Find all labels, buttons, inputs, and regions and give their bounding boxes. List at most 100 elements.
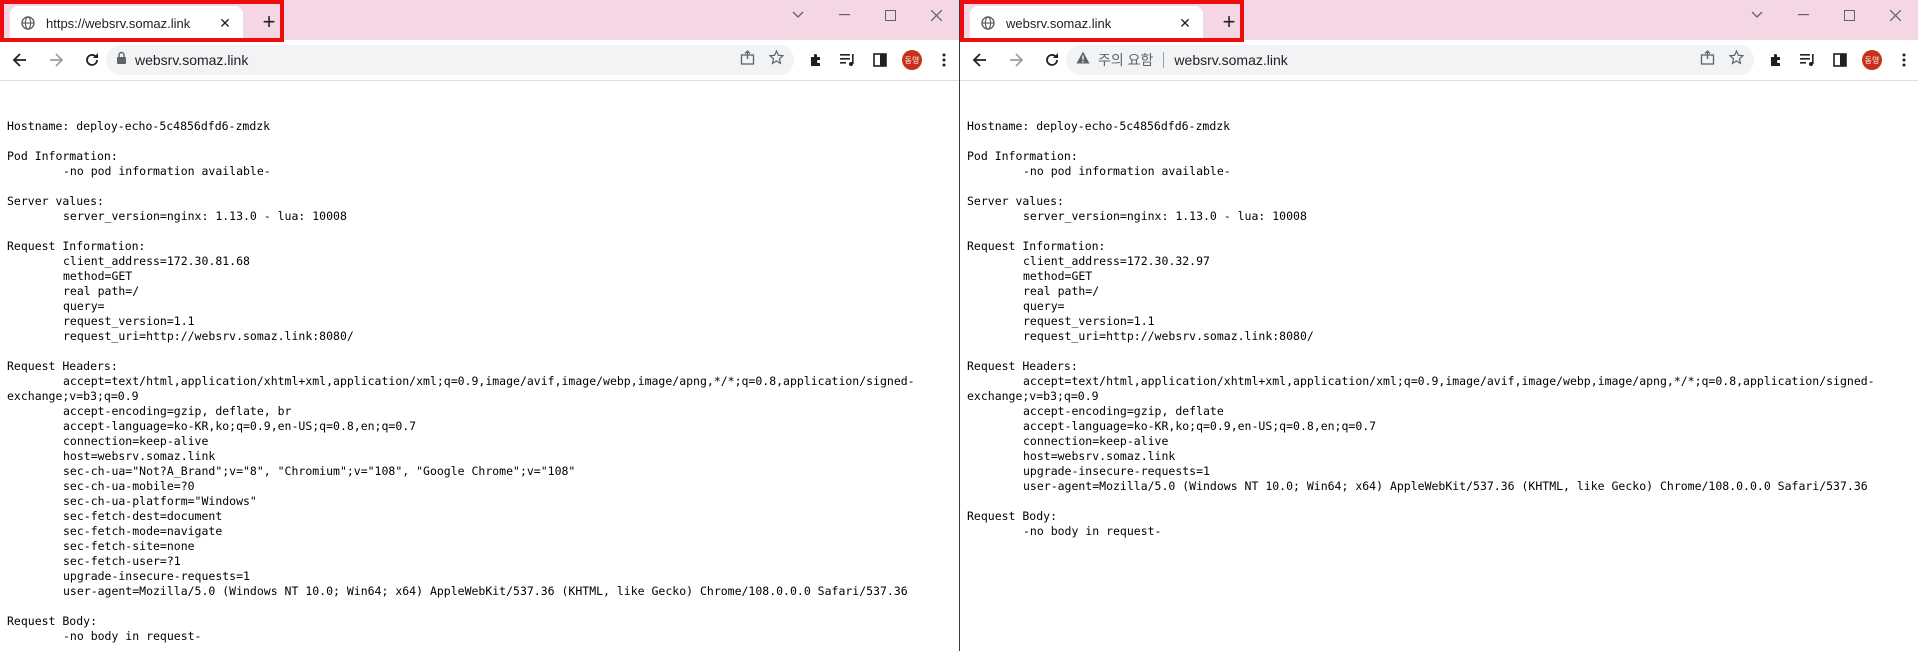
request-info-line: request_uri=http://websrv.somaz.link:808…: [63, 329, 354, 343]
profile-avatar[interactable]: 동영: [1856, 48, 1888, 72]
url-text[interactable]: websrv.somaz.link: [1174, 52, 1287, 68]
address-bar[interactable]: 주의 요함 websrv.somaz.link: [1066, 45, 1754, 75]
request-info-line: client_address=172.30.81.68: [63, 254, 250, 268]
header-line: host=websrv.somaz.link: [63, 449, 216, 463]
request-info-line: query=: [1023, 299, 1065, 313]
header-line: sec-fetch-user=?1: [63, 554, 181, 568]
url-text[interactable]: websrv.somaz.link: [135, 52, 248, 68]
back-arrow-icon[interactable]: [4, 44, 36, 76]
accept-header-line: accept=text/html,application/xhtml+xml,a…: [967, 374, 1875, 403]
reload-icon[interactable]: [76, 44, 108, 76]
bookmark-star-icon[interactable]: [768, 49, 785, 70]
header-line: connection=keep-alive: [63, 434, 209, 448]
request-body-heading: Request Body:: [7, 614, 98, 628]
pod-info-heading: Pod Information:: [7, 149, 118, 163]
side-panel-icon[interactable]: [864, 48, 896, 72]
warning-triangle-icon[interactable]: [1076, 51, 1090, 69]
request-info-line: method=GET: [63, 269, 133, 283]
maximize-button[interactable]: [867, 0, 913, 30]
address-bar[interactable]: websrv.somaz.link: [106, 45, 794, 75]
pod-info-heading: Pod Information:: [967, 149, 1078, 163]
header-line: user-agent=Mozilla/5.0 (Windows NT 10.0;…: [1023, 479, 1868, 493]
page-content: Hostname: deploy-echo-5c4856dfd6-zmdzk P…: [960, 80, 1918, 539]
server-values-heading: Server values:: [7, 194, 104, 208]
forward-arrow-icon[interactable]: [1000, 44, 1032, 76]
browser-window-left: https://websrv.somaz.link ✕ + websrv.som…: [0, 0, 959, 651]
request-info-line: query=: [63, 299, 105, 313]
tab-search-chevron-icon[interactable]: [775, 0, 821, 30]
extensions-puzzle-icon[interactable]: [800, 48, 832, 72]
request-info-line: request_version=1.1: [1023, 314, 1155, 328]
page-content: Hostname: deploy-echo-5c4856dfd6-zmdzk P…: [0, 80, 959, 644]
server-values-heading: Server values:: [967, 194, 1064, 208]
header-line: sec-ch-ua-platform="Windows": [63, 494, 257, 508]
hostname-line: Hostname: deploy-echo-5c4856dfd6-zmdzk: [7, 119, 271, 133]
side-panel-icon[interactable]: [1824, 48, 1856, 72]
browser-toolbar: 주의 요함 websrv.somaz.link 동영: [960, 40, 1918, 80]
request-info-line: request_uri=http://websrv.somaz.link:808…: [1023, 329, 1314, 343]
request-info-line: client_address=172.30.32.97: [1023, 254, 1210, 268]
media-queue-icon[interactable]: [1792, 48, 1824, 72]
pod-info-line: -no pod information available-: [63, 164, 271, 178]
tab-highlight-box: [0, 0, 284, 42]
toolbar-icons: 동영: [1760, 48, 1918, 72]
tab-highlight-box: [960, 0, 1244, 42]
share-icon[interactable]: [1700, 50, 1715, 70]
tab-search-chevron-icon[interactable]: [1734, 0, 1780, 30]
request-body-heading: Request Body:: [967, 509, 1058, 523]
media-queue-icon[interactable]: [832, 48, 864, 72]
header-line: sec-fetch-dest=document: [63, 509, 223, 523]
request-info-line: real path=/: [63, 284, 140, 298]
extensions-puzzle-icon[interactable]: [1760, 48, 1792, 72]
header-line: sec-ch-ua="Not?A_Brand";v="8", "Chromium…: [63, 464, 576, 478]
forward-arrow-icon[interactable]: [40, 44, 72, 76]
share-icon[interactable]: [740, 50, 755, 70]
minimize-button[interactable]: [821, 0, 867, 30]
not-secure-label[interactable]: 주의 요함: [1098, 50, 1153, 70]
bookmark-star-icon[interactable]: [1728, 49, 1745, 70]
close-window-button[interactable]: [913, 0, 959, 30]
header-line: user-agent=Mozilla/5.0 (Windows NT 10.0;…: [63, 584, 908, 598]
window-controls: [775, 0, 959, 30]
request-info-heading: Request Information:: [967, 239, 1106, 253]
header-line: host=websrv.somaz.link: [1023, 449, 1176, 463]
header-line: accept-language=ko-KR,ko;q=0.9,en-US;q=0…: [63, 419, 417, 433]
request-info-line: request_version=1.1: [63, 314, 195, 328]
header-line: sec-ch-ua-mobile=?0: [63, 479, 195, 493]
profile-avatar[interactable]: 동영: [896, 48, 928, 72]
request-body-line: -no body in request-: [1023, 524, 1162, 538]
browser-toolbar: websrv.somaz.link 동영: [0, 40, 959, 80]
request-info-line: real path=/: [1023, 284, 1100, 298]
back-arrow-icon[interactable]: [964, 44, 996, 76]
maximize-button[interactable]: [1826, 0, 1872, 30]
toolbar-icons: 동영: [800, 48, 959, 72]
echo-output: Hostname: deploy-echo-5c4856dfd6-zmdzk P…: [0, 81, 959, 644]
header-line: sec-fetch-mode=navigate: [63, 524, 223, 538]
reload-icon[interactable]: [1036, 44, 1068, 76]
pod-info-line: -no pod information available-: [1023, 164, 1231, 178]
header-line: upgrade-insecure-requests=1: [63, 569, 250, 583]
request-info-heading: Request Information:: [7, 239, 146, 253]
header-line: accept-language=ko-KR,ko;q=0.9,en-US;q=0…: [1023, 419, 1377, 433]
lock-icon[interactable]: [116, 51, 127, 69]
minimize-button[interactable]: [1780, 0, 1826, 30]
close-window-button[interactable]: [1872, 0, 1918, 30]
hostname-line: Hostname: deploy-echo-5c4856dfd6-zmdzk: [967, 119, 1231, 133]
request-info-line: method=GET: [1023, 269, 1093, 283]
title-bar: https://websrv.somaz.link ✕ +: [0, 0, 959, 42]
window-controls: [1734, 0, 1918, 30]
echo-output: Hostname: deploy-echo-5c4856dfd6-zmdzk P…: [960, 81, 1918, 539]
header-line: connection=keep-alive: [1023, 434, 1169, 448]
request-headers-heading: Request Headers:: [967, 359, 1078, 373]
address-separator: [1163, 52, 1165, 68]
header-line: sec-fetch-site=none: [63, 539, 195, 553]
menu-kebab-icon[interactable]: [928, 48, 959, 72]
new-tab-button[interactable]: +: [1218, 11, 1240, 33]
header-line: accept-encoding=gzip, deflate, br: [63, 404, 292, 418]
new-tab-button[interactable]: +: [258, 11, 280, 33]
server-values-line: server_version=nginx: 1.13.0 - lua: 1000…: [63, 209, 347, 223]
request-headers-heading: Request Headers:: [7, 359, 118, 373]
header-line: upgrade-insecure-requests=1: [1023, 464, 1210, 478]
screen: https://websrv.somaz.link ✕ + websrv.som…: [0, 0, 1918, 651]
menu-kebab-icon[interactable]: [1888, 48, 1918, 72]
